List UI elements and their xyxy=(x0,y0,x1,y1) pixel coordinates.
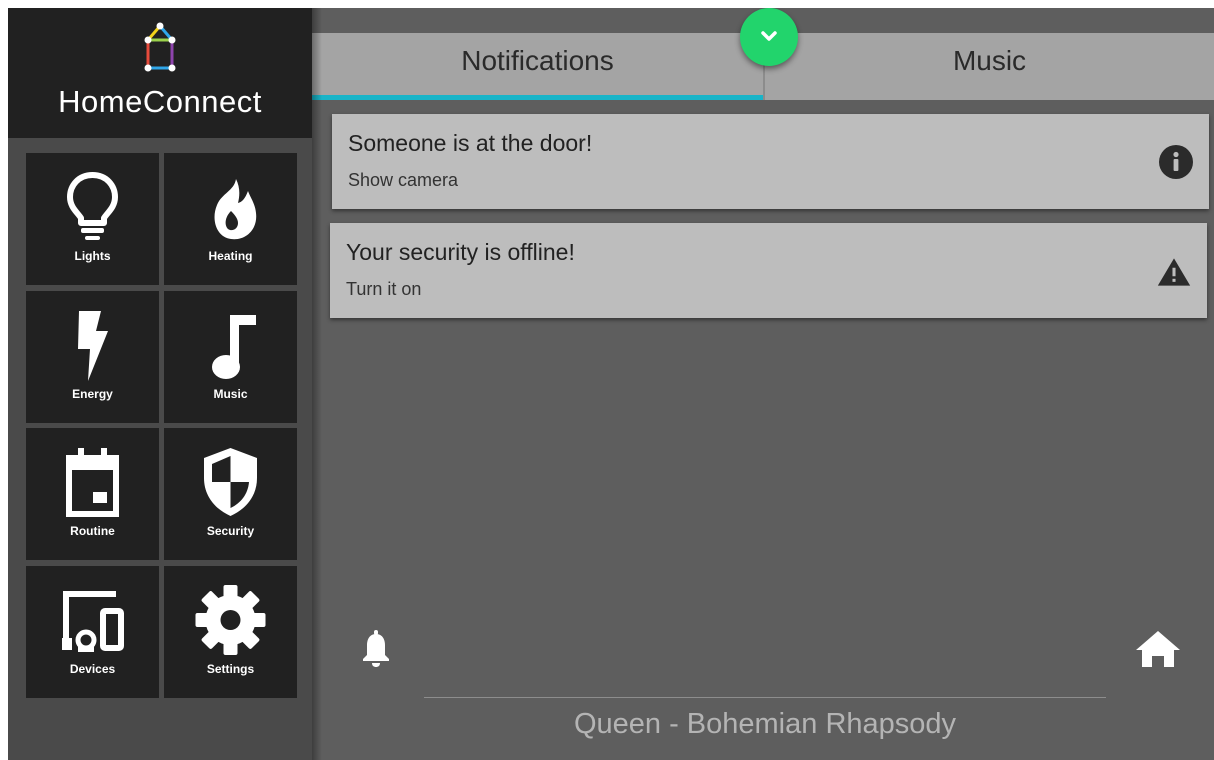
now-playing-track[interactable]: Queen - Bohemian Rhapsody xyxy=(424,708,1106,741)
info-icon[interactable] xyxy=(1159,145,1193,179)
tile-routine[interactable]: Routine xyxy=(26,428,159,560)
tile-security[interactable]: Security xyxy=(164,428,297,560)
tile-label-heating: Heating xyxy=(208,249,253,263)
warning-icon[interactable] xyxy=(1157,255,1191,289)
tile-heating[interactable]: Heating xyxy=(164,153,297,285)
notification-action[interactable]: Show camera xyxy=(348,170,458,191)
tile-lights[interactable]: Lights xyxy=(26,153,159,285)
notification-title: Your security is offline! xyxy=(346,239,575,265)
notification-action[interactable]: Turn it on xyxy=(346,279,421,300)
collapse-button[interactable] xyxy=(740,8,798,66)
tile-label-energy: Energy xyxy=(72,387,113,401)
sidebar: HomeConnect Lights Heating Energy Music … xyxy=(8,8,312,760)
lightning-bolt-icon xyxy=(78,311,108,381)
tile-label-security: Security xyxy=(206,524,255,538)
main-panel: Notifications Music Someone is at the do… xyxy=(312,8,1214,760)
app-screen: HomeConnect Lights Heating Energy Music … xyxy=(8,8,1214,760)
tab-music[interactable]: Music xyxy=(765,33,1214,100)
tile-settings[interactable]: Settings xyxy=(164,566,297,698)
house-logo-icon xyxy=(144,22,176,72)
tile-label-music: Music xyxy=(213,387,248,401)
home-icon[interactable] xyxy=(1134,628,1182,668)
tile-label-lights: Lights xyxy=(74,249,111,263)
music-note-icon xyxy=(212,315,256,379)
gear-icon xyxy=(195,585,266,655)
flame-icon xyxy=(214,179,257,240)
sidebar-shadow xyxy=(312,8,322,760)
bell-icon[interactable] xyxy=(360,628,392,668)
tile-devices[interactable]: Devices xyxy=(26,566,159,698)
tile-label-devices: Devices xyxy=(69,662,116,676)
notification-card[interactable]: Your security is offline! Turn it on xyxy=(330,223,1207,318)
devices-icon xyxy=(62,591,124,652)
shield-icon xyxy=(204,448,257,516)
tile-energy[interactable]: Energy xyxy=(26,291,159,423)
brand-header: HomeConnect xyxy=(8,8,312,138)
lightbulb-icon xyxy=(67,172,118,240)
app-name: HomeConnect xyxy=(58,84,262,119)
notification-title: Someone is at the door! xyxy=(348,130,593,156)
tile-label-settings: Settings xyxy=(206,662,255,676)
divider-line xyxy=(424,697,1106,698)
tile-music[interactable]: Music xyxy=(164,291,297,423)
tile-label-routine: Routine xyxy=(70,524,115,538)
calendar-icon xyxy=(66,448,119,517)
active-tab-indicator xyxy=(312,95,763,100)
chevron-down-icon xyxy=(761,31,777,41)
tab-notifications[interactable]: Notifications xyxy=(312,33,763,100)
notification-card[interactable]: Someone is at the door! Show camera xyxy=(332,114,1209,209)
